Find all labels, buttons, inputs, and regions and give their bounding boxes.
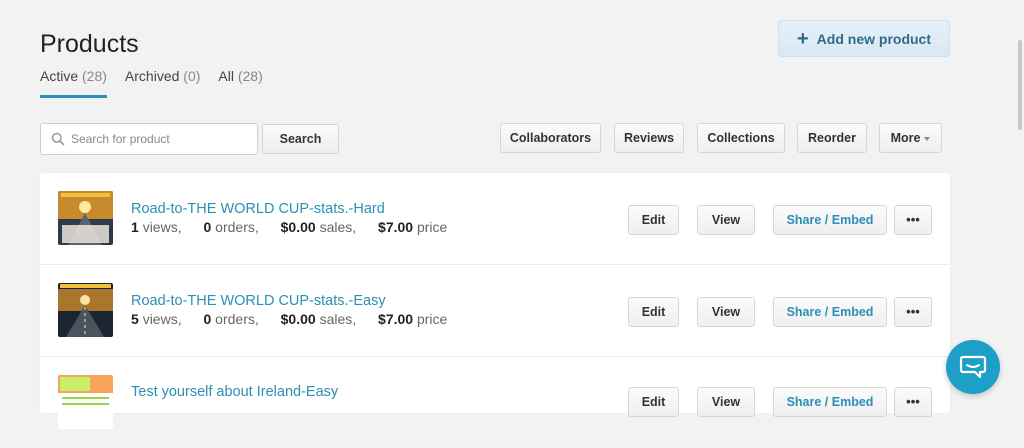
orders-label: orders, <box>215 219 259 235</box>
tab-archived[interactable]: Archived (0) <box>125 68 200 98</box>
ellipsis-icon: ••• <box>906 394 920 409</box>
product-stats: 1 views, 0 orders, $0.00 sales, $7.00 pr… <box>131 219 447 235</box>
product-stats: 5 views, 0 orders, $0.00 sales, $7.00 pr… <box>131 311 447 327</box>
tab-all-label: All <box>218 68 234 84</box>
tab-all-count: (28) <box>237 68 263 84</box>
page-scrollbar[interactable] <box>1016 0 1024 403</box>
search-button[interactable]: Search <box>262 124 339 154</box>
edit-button[interactable]: Edit <box>628 205 679 235</box>
tab-archived-label: Archived <box>124 68 180 84</box>
tab-active[interactable]: Active (28) <box>40 68 107 98</box>
views-label: views, <box>142 311 182 327</box>
edit-button[interactable]: Edit <box>628 297 679 327</box>
product-thumbnail[interactable] <box>58 375 113 429</box>
row-more-button[interactable]: ••• <box>894 387 932 417</box>
page-title: Products <box>40 30 139 58</box>
search-input[interactable] <box>69 131 243 147</box>
product-tabs: Active (28) Archived (0) All (28) <box>40 68 263 98</box>
product-title-link[interactable]: Road-to-THE WORLD CUP-stats.-Easy <box>131 293 386 309</box>
orders-count: 0 <box>203 311 212 327</box>
share-embed-button[interactable]: Share / Embed <box>773 387 887 417</box>
tab-archived-count: (0) <box>183 68 201 84</box>
plus-icon: + <box>796 27 809 50</box>
chat-bubble-icon <box>959 355 987 379</box>
orders-label: orders, <box>215 311 259 327</box>
edit-button[interactable]: Edit <box>628 387 679 417</box>
chevron-down-icon <box>924 137 931 141</box>
search-icon <box>47 132 69 146</box>
product-title-link[interactable]: Road-to-THE WORLD CUP-stats.-Hard <box>131 201 385 217</box>
ellipsis-icon: ••• <box>906 212 920 227</box>
add-new-product-button[interactable]: + Add new product <box>778 20 950 57</box>
price-amount: $7.00 <box>378 219 414 235</box>
collaborators-button[interactable]: Collaborators <box>500 123 601 153</box>
product-row: Road-to-THE WORLD CUP-stats.-Easy 5 view… <box>40 265 950 357</box>
price-label: price <box>416 311 448 327</box>
add-new-product-label: Add new product <box>816 30 931 47</box>
product-list: Road-to-THE WORLD CUP-stats.-Hard 1 view… <box>40 173 950 429</box>
views-count: 1 <box>131 219 139 235</box>
product-thumbnail[interactable] <box>58 283 113 337</box>
view-button[interactable]: View <box>697 205 755 235</box>
search-box <box>40 123 258 155</box>
row-more-button[interactable]: ••• <box>894 297 932 327</box>
help-chat-button[interactable] <box>946 340 1000 394</box>
views-label: views, <box>142 219 182 235</box>
row-more-button[interactable]: ••• <box>894 205 932 235</box>
tab-active-count: (28) <box>82 68 107 84</box>
sales-amount: $0.00 <box>280 311 316 327</box>
tab-all[interactable]: All (28) <box>218 68 262 98</box>
sales-label: sales, <box>319 219 357 235</box>
product-thumbnail[interactable] <box>58 191 113 245</box>
tab-active-label: Active <box>40 68 79 84</box>
collections-button[interactable]: Collections <box>697 123 785 153</box>
view-button[interactable]: View <box>697 297 755 327</box>
reviews-button[interactable]: Reviews <box>614 123 684 153</box>
sales-label: sales, <box>319 311 357 327</box>
reorder-button[interactable]: Reorder <box>797 123 867 153</box>
ellipsis-icon: ••• <box>906 304 920 319</box>
more-dropdown-button[interactable]: More <box>879 123 942 153</box>
product-title-link[interactable]: Test yourself about Ireland-Easy <box>131 384 338 400</box>
more-label: More <box>890 131 921 145</box>
scrollbar-thumb[interactable] <box>1018 40 1022 130</box>
view-button[interactable]: View <box>697 387 755 417</box>
price-label: price <box>416 219 448 235</box>
share-embed-button[interactable]: Share / Embed <box>773 205 887 235</box>
price-amount: $7.00 <box>378 311 414 327</box>
sales-amount: $0.00 <box>280 219 316 235</box>
product-row: Road-to-THE WORLD CUP-stats.-Hard 1 view… <box>40 173 950 265</box>
orders-count: 0 <box>203 219 212 235</box>
views-count: 5 <box>131 311 139 327</box>
share-embed-button[interactable]: Share / Embed <box>773 297 887 327</box>
